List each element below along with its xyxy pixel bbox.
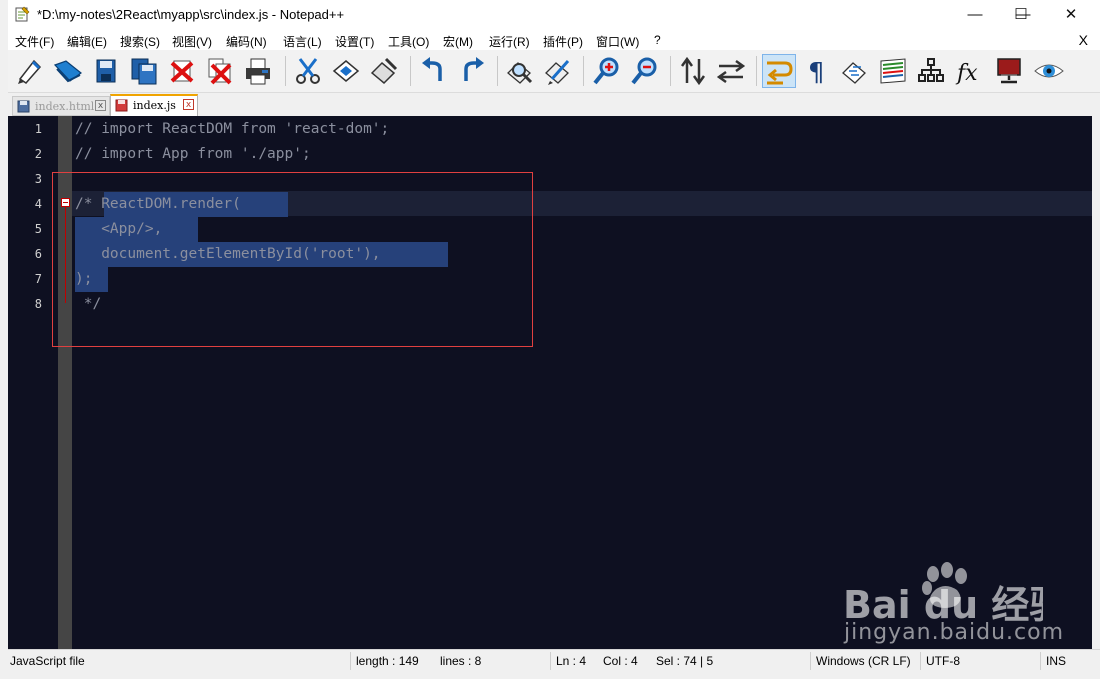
line-number: 8: [34, 297, 42, 311]
status-length: length : 149: [356, 654, 419, 668]
notepad-window: *D:\my-notes\2React\myapp\src\index.js -…: [0, 0, 1100, 679]
status-insert-mode[interactable]: INS: [1046, 654, 1066, 668]
tab-bar: index.html x index.js x: [8, 93, 1100, 116]
find-icon[interactable]: [504, 55, 536, 87]
window-right-edge: [1092, 116, 1100, 649]
menu-view[interactable]: 视图(V): [172, 33, 212, 50]
tab-close-button[interactable]: x: [183, 99, 194, 110]
line-number: 3: [34, 172, 42, 186]
line-number-gutter: 1 2 3 4 5 6 7 8: [8, 116, 58, 649]
menu-settings[interactable]: 设置(T): [335, 33, 374, 50]
close-all-icon[interactable]: [204, 55, 236, 87]
replace-icon[interactable]: [542, 55, 574, 87]
window-title: *D:\my-notes\2React\myapp\src\index.js -…: [37, 7, 345, 22]
copy-icon[interactable]: [330, 55, 362, 87]
toolbar-separator: [410, 56, 411, 86]
watermark-url: jingyan.baidu.com: [844, 620, 1065, 645]
word-wrap-icon[interactable]: [762, 54, 796, 88]
svg-text:¶: ¶: [808, 58, 825, 87]
minimize-window-button[interactable]: —: [952, 0, 998, 30]
menu-bar: 文件(F) 编辑(E) 搜索(S) 视图(V) 编码(N) 语言(L) 设置(T…: [8, 30, 1100, 50]
menu-help[interactable]: ?: [654, 33, 661, 47]
close-document-button[interactable]: X: [1079, 32, 1088, 48]
zoom-out-icon[interactable]: [629, 55, 661, 87]
menu-file[interactable]: 文件(F): [15, 33, 54, 50]
status-lines: lines : 8: [440, 654, 482, 668]
status-sel: Sel : 74 | 5: [656, 654, 714, 668]
line-number: 2: [34, 147, 42, 161]
toolbar-separator: [583, 56, 584, 86]
status-separator: [550, 652, 551, 670]
menu-window[interactable]: 窗口(W): [596, 33, 639, 50]
tab-index-html[interactable]: index.html x: [12, 96, 110, 116]
tab-index-js[interactable]: index.js x: [110, 94, 198, 116]
fx-icon[interactable]: fx: [953, 55, 985, 87]
paste-icon[interactable]: [368, 55, 400, 87]
cut-icon[interactable]: [292, 55, 324, 87]
status-separator: [810, 652, 811, 670]
menu-tools[interactable]: 工具(O): [388, 33, 429, 50]
baidu-jingyan-watermark: Bai du 经验: [843, 562, 1043, 627]
eye-icon[interactable]: [1033, 55, 1065, 87]
status-file-type: JavaScript file: [10, 654, 85, 668]
new-file-icon[interactable]: [14, 55, 46, 87]
open-file-icon[interactable]: [52, 55, 84, 87]
maximize-window-button[interactable]: ☐: [998, 0, 1044, 30]
notepad-app-icon: [15, 6, 30, 22]
tab-label: index.html: [35, 100, 95, 113]
toolbar-separator: [756, 56, 757, 86]
menu-edit[interactable]: 编辑(E): [67, 33, 107, 50]
indent-guide-icon[interactable]: [839, 55, 871, 87]
menu-macro[interactable]: 宏(M): [443, 33, 473, 50]
line-number: 6: [34, 247, 42, 261]
menu-encoding[interactable]: 编码(N): [226, 33, 267, 50]
menu-language[interactable]: 语言(L): [283, 33, 322, 50]
status-col: Col : 4: [603, 654, 638, 668]
title-bar: *D:\my-notes\2React\myapp\src\index.js -…: [8, 0, 1100, 30]
toolbar-separator: [497, 56, 498, 86]
save-all-icon[interactable]: [128, 55, 160, 87]
menu-plugins[interactable]: 插件(P): [543, 33, 583, 50]
status-separator: [350, 652, 351, 670]
undo-icon[interactable]: [418, 55, 450, 87]
unsaved-file-icon: [115, 99, 128, 112]
tab-label: index.js: [133, 99, 176, 112]
print-icon[interactable]: [242, 55, 274, 87]
window-bottom-edge: [0, 672, 1100, 679]
menu-run[interactable]: 运行(R): [489, 33, 530, 50]
close-icon[interactable]: [166, 55, 198, 87]
save-icon[interactable]: [90, 55, 122, 87]
redo-icon[interactable]: [456, 55, 488, 87]
saved-file-icon: [17, 100, 30, 113]
svg-text:fx: fx: [955, 61, 978, 86]
toolbar-separator: [670, 56, 671, 86]
toolbar-separator: [285, 56, 286, 86]
show-all-chars-icon[interactable]: ¶: [801, 55, 833, 87]
function-list-icon[interactable]: [915, 55, 947, 87]
line-number: 4: [34, 197, 42, 211]
annotation-box: [52, 172, 533, 347]
monitor-icon[interactable]: [993, 55, 1025, 87]
status-ln: Ln : 4: [556, 654, 587, 668]
line-number: 7: [34, 272, 42, 286]
line-number: 5: [34, 222, 42, 236]
sync-horizontal-icon[interactable]: [715, 55, 747, 87]
code-line: // import App from './app';: [75, 146, 311, 162]
menu-search[interactable]: 搜索(S): [120, 33, 160, 50]
sync-vertical-icon[interactable]: [677, 55, 709, 87]
zoom-in-icon[interactable]: [591, 55, 623, 87]
tab-close-button[interactable]: x: [95, 100, 106, 111]
doc-map-icon[interactable]: [877, 55, 909, 87]
line-number: 1: [34, 122, 42, 136]
code-line: // import ReactDOM from 'react-dom';: [75, 121, 390, 137]
toolbar: ¶ fx: [8, 50, 1100, 93]
close-window-button[interactable]: ✕: [1048, 0, 1094, 30]
